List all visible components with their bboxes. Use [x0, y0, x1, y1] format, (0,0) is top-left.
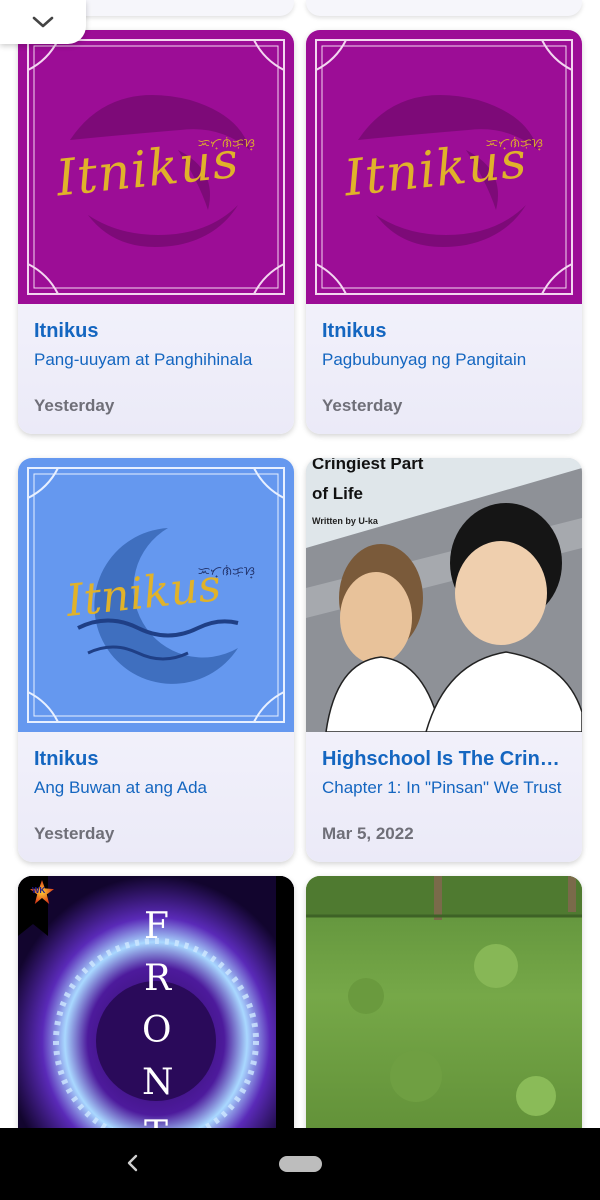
back-arrow-icon[interactable]: [120, 1150, 146, 1176]
episode-card[interactable]: Itnikus ᜁᜆ᜔ᜈᜒᜃᜓᜐ᜔ Itnikus Pagbubunyag ng…: [306, 30, 582, 434]
episode-cover: Itnikus ᜁᜆ᜔ᜈᜒᜃᜓᜐ᜔: [306, 30, 582, 304]
cover-letter: O: [142, 1010, 172, 1051]
episode-card[interactable]: Itnikus ᜁᜆ᜔ᜈᜒᜃᜓᜐ᜔ Itnikus Pang-uuyam at …: [18, 30, 294, 434]
card-title: Itnikus: [322, 320, 387, 342]
card-subtitle: Pagbubunyag ng Pangitain: [322, 350, 527, 369]
cover-author: Written by U-ka: [312, 516, 378, 526]
cover-badge-text: WK: [32, 886, 46, 895]
card-subtitle: Chapter 1: In "Pinsan" We Trust: [322, 778, 562, 797]
cover-script: ᜁᜆ᜔ᜈᜒᜃᜓᜐ᜔: [198, 136, 255, 150]
system-navigation-bar: [0, 1128, 600, 1200]
cover-title-line1: Cringiest Part: [312, 458, 424, 473]
card-date: Yesterday: [34, 824, 115, 843]
chevron-down-icon: [32, 16, 54, 28]
card-subtitle: Ang Buwan at ang Ada: [34, 778, 207, 797]
cover-script: ᜁᜆ᜔ᜈᜒᜃᜓᜐ᜔: [486, 136, 543, 150]
episode-cover: Cringiest Part of Life Written by U-ka: [306, 458, 582, 732]
cover-title-line2: of Life: [312, 484, 363, 503]
collapse-button[interactable]: [0, 0, 86, 44]
cover-letter: N: [142, 1062, 174, 1103]
card-date: Yesterday: [322, 396, 403, 415]
episode-card[interactable]: Itnikus ᜁᜆ᜔ᜈᜒᜃᜓᜐ᜔ Itnikus Ang Buwan at a…: [18, 458, 294, 862]
cover-letter: R: [144, 958, 172, 999]
episode-card[interactable]: Cringiest Part of Life Written by U-ka H…: [306, 458, 582, 862]
previous-card-bottom-right[interactable]: [306, 0, 582, 16]
card-title: Itnikus: [34, 748, 99, 770]
cover-letter: F: [144, 906, 169, 947]
card-date: Yesterday: [34, 396, 115, 415]
cover-script: ᜁᜆ᜔ᜈᜒᜃᜓᜐ᜔: [198, 564, 255, 578]
card-date: Mar 5, 2022: [322, 824, 414, 843]
card-subtitle: Pang-uuyam at Panghihinala: [34, 350, 253, 369]
card-title: Highschool Is The Cringiest Part of Life: [322, 748, 568, 770]
episode-cover: Itnikus ᜁᜆ᜔ᜈᜒᜃᜓᜐ᜔: [18, 458, 294, 732]
episode-cover: Itnikus ᜁᜆ᜔ᜈᜒᜃᜓᜐ᜔: [18, 30, 294, 304]
home-pill-icon[interactable]: [279, 1156, 322, 1172]
card-title: Itnikus: [34, 320, 99, 342]
